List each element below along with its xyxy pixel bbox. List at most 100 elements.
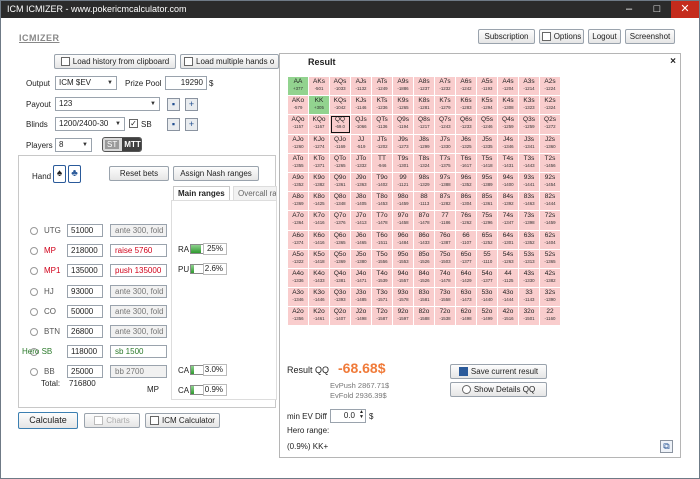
hand-cell-qto[interactable]: QTo -1265 xyxy=(329,152,351,173)
tab-main-ranges[interactable]: Main ranges xyxy=(173,186,230,201)
hand-cell-q3s[interactable]: Q3s -1259 xyxy=(518,114,540,135)
hand-cell-ajo[interactable]: AJo -1260 xyxy=(287,133,309,154)
hand-cell-a2o[interactable]: A2o -1356 xyxy=(287,306,309,327)
hand-cell-64s[interactable]: 64s -1301 xyxy=(497,229,519,250)
hand-cell-q6s[interactable]: Q6s -1233 xyxy=(455,114,477,135)
hand-cell-j4s[interactable]: J4s -1346 xyxy=(497,133,519,154)
hand-cell-a4o[interactable]: A4o -1336 xyxy=(287,267,309,289)
hand-cell-a5o[interactable]: A5o -1322 xyxy=(287,248,309,269)
hand-cell-95s[interactable]: 95s -1389 xyxy=(476,171,498,193)
hand-cell-a5s[interactable]: A5s -1193 xyxy=(476,75,498,97)
hand-cell-q5o[interactable]: Q5o -1369 xyxy=(329,248,351,269)
prize-pool-input[interactable]: 19290 xyxy=(165,76,207,90)
hand-cell-j6o[interactable]: J6o -1465 xyxy=(350,229,372,250)
hand-cell-62s[interactable]: 62s -1404 xyxy=(539,229,561,250)
hand-cell-a7o[interactable]: A7o -1364 xyxy=(287,210,309,231)
calculate-button[interactable]: Calculate xyxy=(18,412,78,429)
hand-cell-k6s[interactable]: K6s -1283 xyxy=(455,95,477,116)
player-action[interactable]: ante 300, fold xyxy=(110,284,167,298)
hand-cell-q5s[interactable]: Q5s -1246 xyxy=(476,114,498,135)
hand-cell-t7o[interactable]: T7o -1478 xyxy=(371,210,393,231)
hand-cell-k7s[interactable]: K7s -1279 xyxy=(434,95,456,116)
hand-cell-t4o[interactable]: T4o -1539 xyxy=(371,267,393,289)
hand-cell-92s[interactable]: 92s -1454 xyxy=(539,171,561,193)
players-select[interactable]: 8 ▼ xyxy=(55,138,92,152)
hand-cell-t6o[interactable]: T6o -1511 xyxy=(371,229,393,250)
hand-cell-98o[interactable]: 98o -1459 xyxy=(392,191,414,212)
hand-cell-jto[interactable]: JTo -1332 xyxy=(350,152,372,173)
hand-cell-42s[interactable]: 42s -1382 xyxy=(539,267,561,289)
player-stack-input[interactable]: 93000 xyxy=(67,284,103,298)
hand-cell-97o[interactable]: 97o -1458 xyxy=(392,210,414,231)
hand-cell-a8s[interactable]: A8s -1237 xyxy=(413,75,435,97)
hand-cell-93s[interactable]: 93s -1441 xyxy=(518,171,540,193)
player-action[interactable]: ante 300, fold xyxy=(110,304,167,318)
hand-cell-a9s[interactable]: A9s -1886 xyxy=(392,75,414,97)
hand-cell-t2o[interactable]: T2o -1587 xyxy=(371,306,393,327)
hand-cell-aa[interactable]: AA +377 xyxy=(287,75,309,97)
player-stack-input[interactable]: 26800 xyxy=(67,325,103,338)
blinds-select[interactable]: 1200/2400-30 ▼ xyxy=(55,117,125,131)
player-action[interactable]: bb 2700 xyxy=(110,365,167,379)
hand-cell-87o[interactable]: 87o -1478 xyxy=(413,210,435,231)
hand-cell-a3o[interactable]: A3o -1346 xyxy=(287,287,309,308)
hand-cell-66[interactable]: 66 -1107 xyxy=(455,229,477,250)
hand-cell-kjs[interactable]: KJs -1146 xyxy=(350,95,372,116)
player-action[interactable]: sb 1500 xyxy=(110,345,167,359)
close-panel-icon[interactable]: × xyxy=(670,56,676,67)
hand-cell-t8o[interactable]: T8o -1453 xyxy=(371,191,393,212)
hand-cell-76o[interactable]: 76o -1387 xyxy=(434,229,456,250)
hand-cell-aqs[interactable]: AQs -1033 xyxy=(329,75,351,97)
payout-select[interactable]: 123 ▼ xyxy=(55,97,160,111)
hand-cell-q8s[interactable]: Q8s -1217 xyxy=(413,114,435,135)
hand-cell-q7s[interactable]: Q7s -1243 xyxy=(434,114,456,135)
hand-cell-32s[interactable]: 32s -1390 xyxy=(539,287,561,308)
player-stack-input[interactable]: 118000 xyxy=(67,345,103,359)
icm-calculator-button[interactable]: ICM Calculator xyxy=(145,413,220,428)
hand-cell-a2s[interactable]: A2s -1224 xyxy=(539,75,561,97)
hand-cell-q8o[interactable]: Q8o -1348 xyxy=(329,191,351,212)
hand-cell-kto[interactable]: KTo -1371 xyxy=(308,152,330,173)
charts-button[interactable]: Charts xyxy=(84,413,140,428)
hand-cell-t3s[interactable]: T3s -1443 xyxy=(518,152,540,173)
logo-link[interactable]: ICMIZER xyxy=(19,33,60,43)
player-action[interactable]: raise 5760 xyxy=(110,244,167,258)
hand-cell-j9o[interactable]: J9o -1363 xyxy=(350,171,372,193)
hand-cell-96s[interactable]: 96s -1352 xyxy=(455,171,477,193)
hand-cell-55[interactable]: 55 -1110 xyxy=(476,248,498,269)
load-history-button[interactable]: Load history from clipboard xyxy=(54,54,176,69)
hand-cell-73o[interactable]: 73o -1558 xyxy=(434,287,456,308)
hand-cell-qjo[interactable]: QJo -1169 xyxy=(329,133,351,154)
hand-cell-t6s[interactable]: T6s -1617 xyxy=(455,152,477,173)
hand-cell-j2o[interactable]: J2o -1498 xyxy=(350,306,372,327)
hand-cell-83s[interactable]: 83s -1463 xyxy=(518,191,540,212)
hand-cell-86o[interactable]: 86o -1433 xyxy=(413,229,435,250)
hand-cell-99[interactable]: 99 -1121 xyxy=(392,171,414,193)
hand-cell-j4o[interactable]: J4o -1471 xyxy=(350,267,372,289)
hand-cell-a4s[interactable]: A4s -1204 xyxy=(497,75,519,97)
show-details-button[interactable]: Show Details QQ xyxy=(450,382,547,397)
hand-cell-72o[interactable]: 72o -1538 xyxy=(434,306,456,327)
hand-cell-j5s[interactable]: J5s -1335 xyxy=(476,133,498,154)
hand-cell-k5s[interactable]: K5s -1294 xyxy=(476,95,498,116)
hand-cell-j7o[interactable]: J7o -1413 xyxy=(350,210,372,231)
hand-cell-a3s[interactable]: A3s -1214 xyxy=(518,75,540,97)
hand-cell-a7s[interactable]: A7s -1232 xyxy=(434,75,456,97)
hand-cell-ats[interactable]: ATs -1249 xyxy=(371,75,393,97)
hand-cell-32o[interactable]: 32o -1501 xyxy=(518,306,540,327)
hand-cell-kk[interactable]: KK +305 xyxy=(308,95,330,116)
hand-cell-63o[interactable]: 63o -1473 xyxy=(455,287,477,308)
hand-cell-88[interactable]: 88 -1113 xyxy=(413,191,435,212)
hand-cell-q2s[interactable]: Q2s -1272 xyxy=(539,114,561,135)
hand-cell-85o[interactable]: 85o -1526 xyxy=(413,248,435,269)
hand-cell-j5o[interactable]: J5o -1380 xyxy=(350,248,372,269)
player-action[interactable]: push 135000 xyxy=(110,264,167,278)
hand-cell-jts[interactable]: JTs -1202 xyxy=(371,133,393,154)
hand-cell-j6s[interactable]: J6s -1325 xyxy=(455,133,477,154)
output-select[interactable]: ICM $EV ▼ xyxy=(55,76,117,90)
hand-cell-65s[interactable]: 65s -1252 xyxy=(476,229,498,250)
hand-cell-42o[interactable]: 42o -1516 xyxy=(497,306,519,327)
hand-cell-k2o[interactable]: K2o -1461 xyxy=(308,306,330,327)
hand-cell-84s[interactable]: 84s -1392 xyxy=(497,191,519,212)
hand-cell-52o[interactable]: 52o -1499 xyxy=(476,306,498,327)
